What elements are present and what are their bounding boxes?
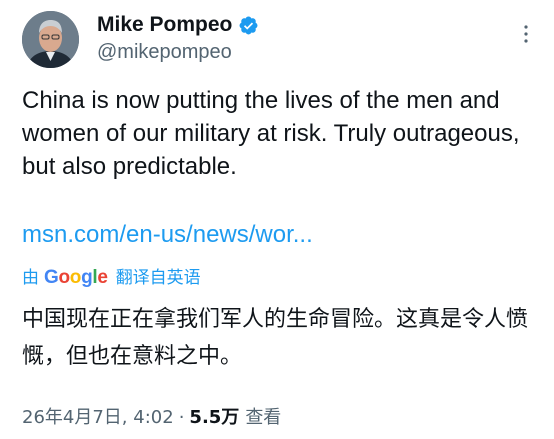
more-options-icon[interactable] [514, 22, 538, 46]
author-name[interactable]: Mike Pompeo [97, 13, 232, 37]
avatar[interactable] [22, 11, 79, 68]
tweet-timestamp[interactable]: 26年4月7日, 4:02 [22, 403, 174, 429]
author-handle[interactable]: @mikepompeo [97, 41, 232, 64]
translated-text: 中国现在正在拿我们军人的生命冒险。这真是令人愤慨，但也在意料之中。 [22, 307, 529, 369]
views-label: 查看 [245, 407, 282, 428]
translation-by-label: 由 [22, 268, 39, 288]
tweet-meta: 26年4月7日, 4:02 · 5.5万 查看 [22, 403, 281, 429]
translation-attribution[interactable]: 由 Google 翻译自英语 [22, 263, 201, 289]
meta-separator: · [178, 407, 185, 428]
profile-photo-icon [22, 11, 79, 68]
article-link[interactable]: msn.com/en-us/news/wor... [22, 218, 313, 251]
translation-label[interactable]: 翻译自英语 [116, 263, 201, 288]
verified-badge-icon [239, 16, 258, 34]
tweet-text: China is now putting the lives of the me… [22, 87, 520, 180]
google-logo: Google [44, 267, 108, 288]
views-count: 5.5万 [189, 407, 240, 428]
author-name-row[interactable]: Mike Pompeo [97, 13, 259, 37]
